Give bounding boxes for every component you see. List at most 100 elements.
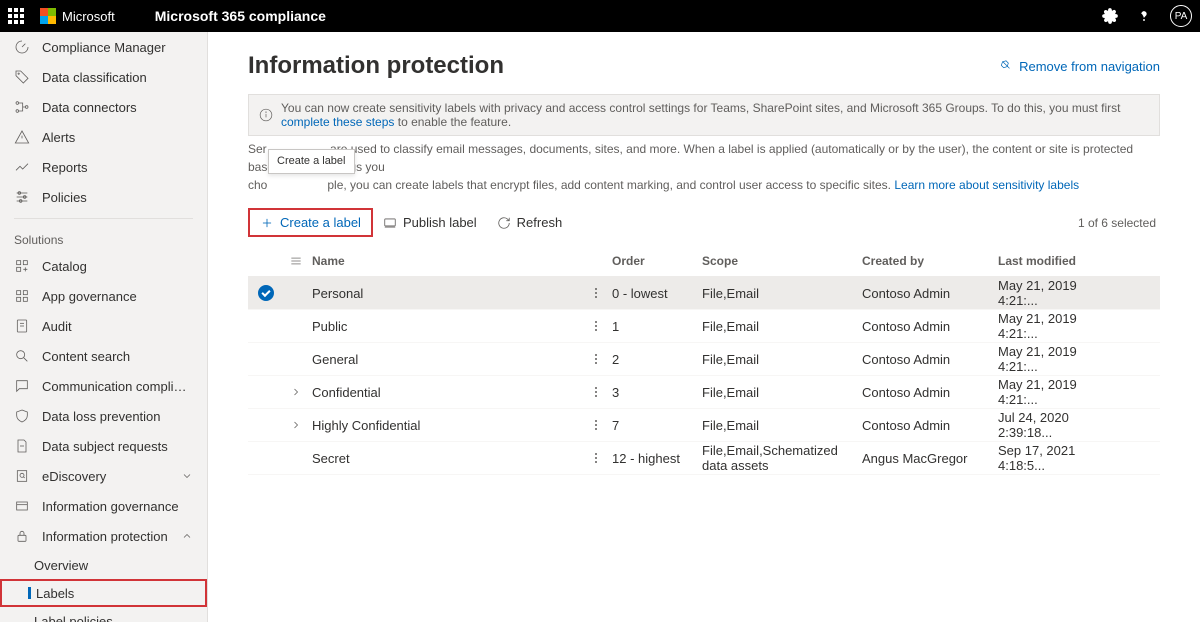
table-row[interactable]: General 2 File,Email Contoso Admin May 2… (248, 343, 1160, 376)
sidebar-sub-label: Overview (34, 558, 193, 573)
chevron-down-icon (181, 470, 193, 482)
cell-modified: May 21, 2019 4:21:... (998, 377, 1118, 407)
cell-name: Public (308, 319, 588, 334)
publish-label-button[interactable]: Publish label (373, 210, 487, 235)
sidebar-item-information-governance[interactable]: Information governance (0, 491, 207, 521)
alert-icon (14, 129, 30, 145)
sidebar-item-label: Data connectors (42, 100, 193, 115)
toolbar: Create a label Publish label Refresh 1 o… (248, 202, 1160, 243)
audit-icon (14, 318, 30, 334)
col-created[interactable]: Created by (862, 254, 998, 268)
cell-created: Contoso Admin (862, 385, 998, 400)
cell-created: Contoso Admin (862, 352, 998, 367)
cell-name: Highly Confidential (308, 418, 588, 433)
banner-link[interactable]: complete these steps (281, 115, 394, 129)
table-row[interactable]: Public 1 File,Email Contoso Admin May 21… (248, 310, 1160, 343)
cell-created: Contoso Admin (862, 418, 998, 433)
sidebar-item-data-subject-requests[interactable]: Data subject requests (0, 431, 207, 461)
ediscovery-icon (14, 468, 30, 484)
chevron-right-icon[interactable] (290, 419, 302, 431)
user-avatar[interactable]: PA (1170, 5, 1192, 27)
microsoft-logo: Microsoft (40, 8, 115, 24)
info-icon (259, 108, 273, 122)
create-label-tooltip: Create a label (268, 149, 355, 174)
sidebar-item-policies[interactable]: Policies (0, 182, 207, 212)
unpin-icon (999, 59, 1013, 73)
chevron-right-icon[interactable] (290, 386, 302, 398)
cell-scope: File,Email (702, 352, 862, 367)
refresh-button[interactable]: Refresh (487, 210, 573, 235)
chat-icon (14, 378, 30, 394)
more-icon[interactable] (588, 384, 604, 400)
cell-name: General (308, 352, 588, 367)
sidebar-sub-overview[interactable]: Overview (0, 551, 207, 579)
sidebar: Compliance Manager Data classification Dat… (0, 32, 208, 622)
doc-icon (14, 438, 30, 454)
sidebar-item-alerts[interactable]: Alerts (0, 122, 207, 152)
table-row[interactable]: Personal 0 - lowest File,Email Contoso A… (248, 277, 1160, 310)
cell-created: Contoso Admin (862, 319, 998, 334)
sidebar-item-reports[interactable]: Reports (0, 152, 207, 182)
table-row[interactable]: Highly Confidential 7 File,Email Contoso… (248, 409, 1160, 442)
cell-scope: File,Email (702, 319, 862, 334)
sidebar-item-data-connectors[interactable]: Data connectors (0, 92, 207, 122)
sidebar-item-catalog[interactable]: Catalog (0, 251, 207, 281)
sidebar-item-content-search[interactable]: Content search (0, 341, 207, 371)
col-scope[interactable]: Scope (702, 254, 862, 268)
cell-modified: May 21, 2019 4:21:... (998, 344, 1118, 374)
col-modified[interactable]: Last modified (998, 254, 1118, 268)
more-icon[interactable] (588, 450, 604, 466)
search-icon (14, 348, 30, 364)
sliders-icon (14, 189, 30, 205)
table-row[interactable]: Confidential 3 File,Email Contoso Admin … (248, 376, 1160, 409)
app-title: Microsoft 365 compliance (155, 8, 326, 24)
sidebar-item-data-loss-prevention[interactable]: Data loss prevention (0, 401, 207, 431)
sidebar-sub-labels[interactable]: Labels (0, 579, 207, 607)
more-icon[interactable] (588, 417, 604, 433)
help-icon[interactable] (1136, 8, 1152, 24)
chevron-up-icon (181, 530, 193, 542)
sidebar-item-label: Policies (42, 190, 193, 205)
sidebar-item-label: Information governance (42, 499, 193, 514)
sidebar-sub-label: Labels (36, 586, 191, 601)
create-label-button[interactable]: Create a label (248, 208, 373, 237)
more-icon[interactable] (588, 351, 604, 367)
cell-scope: File,Email (702, 418, 862, 433)
cell-name: Confidential (308, 385, 588, 400)
sidebar-item-ediscovery[interactable]: eDiscovery (0, 461, 207, 491)
reorder-icon (289, 254, 303, 268)
page-title: Information protection (248, 52, 999, 80)
gauge-icon (14, 39, 30, 55)
more-icon[interactable] (588, 318, 604, 334)
col-name[interactable]: Name (308, 254, 588, 268)
description-text: Ser are used to classify email messages,… (248, 140, 1160, 194)
sidebar-item-label: Data subject requests (42, 439, 193, 454)
sidebar-item-label: Audit (42, 319, 193, 334)
more-icon[interactable] (588, 285, 604, 301)
gear-icon[interactable] (1102, 8, 1118, 24)
learn-more-link[interactable]: Learn more about sensitivity labels (894, 178, 1079, 192)
table-row[interactable]: Secret 12 - highest File,Email,Schematiz… (248, 442, 1160, 475)
sidebar-item-label: Communication compliance (42, 379, 193, 394)
sidebar-item-label: Information protection (42, 529, 169, 544)
col-order[interactable]: Order (612, 254, 702, 268)
sidebar-item-data-classification[interactable]: Data classification (0, 62, 207, 92)
publish-label-label: Publish label (403, 215, 477, 230)
cell-modified: May 21, 2019 4:21:... (998, 278, 1118, 308)
sidebar-item-communication-compliance[interactable]: Communication compliance (0, 371, 207, 401)
sidebar-item-app-governance[interactable]: App governance (0, 281, 207, 311)
sidebar-item-information-protection[interactable]: Information protection (0, 521, 207, 551)
sidebar-sub-label-policies[interactable]: Label policies (0, 607, 207, 622)
info-banner: You can now create sensitivity labels wi… (248, 94, 1160, 136)
tag-icon (14, 69, 30, 85)
row-checkbox[interactable] (258, 285, 274, 301)
cell-created: Angus MacGregor (862, 451, 998, 466)
app-launcher-icon[interactable] (8, 8, 24, 24)
sidebar-item-label: Compliance Manager (42, 40, 193, 55)
brand-text: Microsoft (62, 9, 115, 24)
sidebar-item-compliance-manager[interactable]: Compliance Manager (0, 32, 207, 62)
cell-modified: Sep 17, 2021 4:18:5... (998, 443, 1118, 473)
sidebar-item-label: Data loss prevention (42, 409, 193, 424)
sidebar-item-audit[interactable]: Audit (0, 311, 207, 341)
remove-from-nav-button[interactable]: Remove from navigation (999, 59, 1160, 74)
